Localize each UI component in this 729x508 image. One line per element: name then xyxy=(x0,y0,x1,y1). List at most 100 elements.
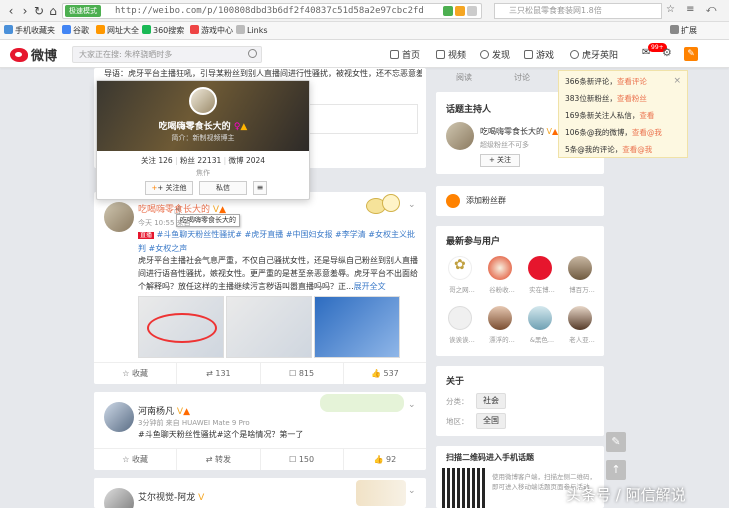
url-text[interactable]: http://weibo.com/p/100808dbd3b6df2f40837… xyxy=(115,5,425,18)
post-menu-chevron-icon[interactable]: ⌄ xyxy=(408,400,416,410)
forward-icon[interactable]: › xyxy=(18,4,32,18)
post-action-bar: ☆ 收藏 ⇄ 转发 ☐ 150 👍 92 xyxy=(94,448,426,470)
post-author[interactable]: 河南杨凡 V▲ xyxy=(138,404,190,417)
edit-float-button[interactable]: ✎ xyxy=(606,432,626,452)
reply-box[interactable] xyxy=(304,104,418,134)
topic-tags[interactable]: #斗鱼聊天粉丝性骚扰# #虎牙直播 #中国妇女报 #李学清 #女权主义批判 #女… xyxy=(138,230,415,253)
browser-search-input[interactable]: 三只松鼠零食套装网1.8倍 xyxy=(494,3,662,19)
popup-intro: 简介：新制视频博主 xyxy=(171,134,235,142)
like-button[interactable]: 👍 537 xyxy=(344,363,426,384)
bookmark-google[interactable]: 谷歌 xyxy=(62,25,89,37)
notice-messages[interactable]: 169条新关注人私信，查看 xyxy=(565,107,681,124)
post-menu-chevron-icon[interactable]: ⌄ xyxy=(408,200,416,210)
user-avatar[interactable] xyxy=(568,256,592,280)
vip-icon: ▲ xyxy=(183,407,190,417)
nav-discover[interactable]: 发现 xyxy=(480,48,510,61)
host-name[interactable]: 吃喝嗨零食长大的 V▲ xyxy=(480,126,558,137)
join-fans-label[interactable]: 添加粉丝群 xyxy=(466,195,506,206)
author-name[interactable]: 艾尔视觉-阿龙 xyxy=(138,493,195,503)
fans-stat[interactable]: 粉丝 22131 xyxy=(180,156,221,165)
user-avatar[interactable] xyxy=(448,306,472,330)
search-icon[interactable] xyxy=(248,49,257,58)
popup-follow-button[interactable]: ++ 关注他 xyxy=(145,181,193,195)
lightning-icon[interactable] xyxy=(455,6,465,16)
notice-comments[interactable]: 366条新评论，查看评论 xyxy=(565,73,681,90)
post-image-2[interactable] xyxy=(226,296,312,358)
popup-name[interactable]: 吃喝嗨零食长大的 ♀▲ xyxy=(97,119,309,132)
notice-mentions[interactable]: 106条@我的微博，查看@我 xyxy=(565,124,681,141)
home-icon[interactable]: ⌂ xyxy=(46,4,60,18)
back-icon[interactable]: ‹ xyxy=(4,4,18,18)
messages-button[interactable]: ✉ 99+ xyxy=(642,43,667,58)
user-name[interactable]: 实在博... xyxy=(522,284,562,294)
nav-home[interactable]: 首页 xyxy=(390,48,420,61)
weibo-search-input[interactable]: 大家正在搜: 朱梓骁晒时多 xyxy=(72,46,262,63)
region-tag[interactable]: 全国 xyxy=(476,413,506,429)
back-to-top-button[interactable]: ↑ xyxy=(606,460,626,480)
like-button[interactable]: 👍 92 xyxy=(344,449,426,470)
user-name[interactable]: &黑色... xyxy=(522,334,562,344)
user-name[interactable]: 哥之网... xyxy=(442,284,482,294)
dropdown-icon[interactable] xyxy=(467,6,477,16)
star-icon: ☆ xyxy=(122,455,132,464)
post-card: 艾尔视觉-阿龙 V ⌄ xyxy=(94,478,426,508)
bookmark-navigation[interactable]: 网址大全 xyxy=(96,25,139,37)
notice-fans[interactable]: 383位新粉丝，查看粉丝 xyxy=(565,90,681,107)
post-image-3[interactable] xyxy=(314,296,400,358)
expand-link[interactable]: 展开全文 xyxy=(354,282,386,291)
extensions-button[interactable]: 扩展 xyxy=(670,25,697,37)
post-menu-chevron-icon[interactable]: ⌄ xyxy=(408,486,416,496)
bookmark-links[interactable]: Links xyxy=(236,25,268,37)
comment-button[interactable]: ☐ 150 xyxy=(261,449,344,470)
bookmark-360[interactable]: 360搜索 xyxy=(142,25,184,37)
user-name[interactable]: 博百万... xyxy=(562,284,602,294)
bookmark-games[interactable]: 游戏中心 xyxy=(190,25,233,37)
weibo-stat[interactable]: 微博 2024 xyxy=(229,156,265,165)
avatar[interactable] xyxy=(104,402,134,432)
nav-profile[interactable]: 虎牙英阳 xyxy=(570,48,618,61)
recent-users-card: 最新参与用户 ✿ 哥之网... 谷粉收... 实在博... 博百万... 诶诶诶… xyxy=(436,226,604,356)
user-name[interactable]: 谷粉收... xyxy=(482,284,522,294)
host-follow-button[interactable]: + 关注 xyxy=(480,154,520,167)
author-name[interactable]: 河南杨凡 xyxy=(138,407,174,417)
favorite-button[interactable]: ☆ 收藏 xyxy=(94,449,178,470)
avatar[interactable] xyxy=(104,488,134,508)
browser-mode-badge[interactable]: 极速模式 xyxy=(65,5,101,17)
shield-icon[interactable] xyxy=(443,6,453,16)
user-avatar[interactable] xyxy=(528,306,552,330)
host-avatar[interactable] xyxy=(446,122,474,150)
favorite-button[interactable]: ☆ 收藏 xyxy=(94,363,178,384)
compose-button[interactable]: ✎ xyxy=(684,47,698,61)
notice-comment-mentions[interactable]: 5条@我的评论，查看@我 xyxy=(565,141,681,158)
weibo-logo[interactable]: 微博 xyxy=(10,45,57,64)
repost-button[interactable]: ⇄ 转发 xyxy=(177,449,261,470)
address-bar[interactable]: 极速模式 http://weibo.com/p/100808dbd3b6df2f… xyxy=(62,3,482,19)
repost-button[interactable]: ⇄ 131 xyxy=(177,363,261,384)
post-author[interactable]: 艾尔视觉-阿龙 V xyxy=(138,490,204,503)
bookmark-mobile[interactable]: 手机收藏夹 xyxy=(4,25,55,37)
popup-more-button[interactable]: ≡ xyxy=(253,181,267,195)
user-avatar[interactable]: ✿ xyxy=(448,256,472,280)
nav-games[interactable]: 游戏 xyxy=(524,48,554,61)
user-name[interactable]: 老人亚... xyxy=(562,334,602,344)
user-avatar[interactable] xyxy=(488,256,512,280)
join-fans-card[interactable]: 添加粉丝群 xyxy=(436,186,604,216)
user-avatar[interactable] xyxy=(488,306,512,330)
qr-code-image[interactable] xyxy=(442,468,486,508)
close-icon[interactable]: × xyxy=(673,73,681,90)
settings-gear-icon[interactable]: ⚙ xyxy=(662,46,672,59)
avatar[interactable] xyxy=(104,202,134,232)
popup-avatar[interactable] xyxy=(189,87,217,115)
user-name[interactable]: 诶诶诶... xyxy=(442,334,482,344)
popup-message-button[interactable]: 私信 xyxy=(199,181,247,195)
comment-button[interactable]: ☐ 815 xyxy=(261,363,344,384)
user-avatar[interactable] xyxy=(528,256,552,280)
category-tag[interactable]: 社会 xyxy=(476,393,506,409)
user-name[interactable]: 漂浮的... xyxy=(482,334,522,344)
reload-icon[interactable]: ↻ xyxy=(32,4,46,18)
browser-menu-icons[interactable]: ☆ ≡ ⤺ xyxy=(666,4,726,15)
post-image-1[interactable] xyxy=(138,296,224,358)
follow-stat[interactable]: 关注 126 xyxy=(141,156,173,165)
user-avatar[interactable] xyxy=(568,306,592,330)
nav-video[interactable]: 视频 xyxy=(436,48,466,61)
